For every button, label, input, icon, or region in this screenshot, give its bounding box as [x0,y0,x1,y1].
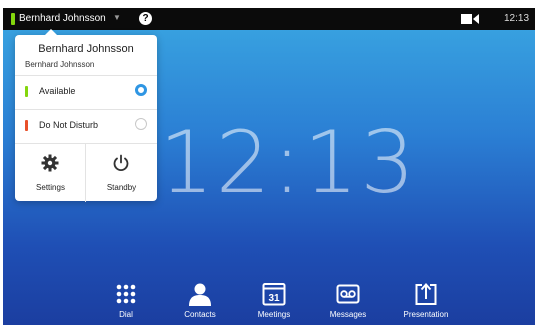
available-color-bar [25,86,28,97]
status-option-label: Do Not Disturb [39,120,99,130]
status-time: 12:13 [504,13,530,24]
share-icon [415,283,437,305]
camera-icon[interactable] [461,13,479,25]
calendar-day: 31 [268,293,280,304]
panel-user-subname: Bernhard Johnsson [25,60,95,69]
panel-actions: Settings Standby [15,143,157,202]
presence-indicator [11,13,15,25]
presentation-label: Presentation [403,310,449,319]
user-name-button[interactable]: Bernhard Johnsson [19,13,106,24]
contacts-label: Contacts [184,310,216,319]
dnd-color-bar [25,120,28,131]
voicemail-icon [336,284,360,304]
meetings-label: Meetings [257,310,291,319]
chevron-down-icon[interactable]: ▼ [113,13,121,22]
standby-label: Standby [106,183,137,192]
status-option-available[interactable]: Available [15,75,157,108]
help-icon[interactable]: ? [139,12,152,25]
gear-icon [41,154,59,172]
settings-label: Settings [36,183,65,192]
dialpad-icon [116,284,136,304]
touch-panel-screen: Bernhard Johnsson ▼ ? 12:13 12:13 Bernha… [3,8,535,325]
calendar-icon: 31 [262,283,286,306]
status-option-dnd[interactable]: Do Not Disturb [15,109,157,142]
messages-label: Messages [329,310,367,319]
status-option-label: Available [39,86,76,96]
top-bar: Bernhard Johnsson ▼ ? 12:13 [3,8,535,30]
dial-label: Dial [119,310,133,319]
dnd-radio[interactable] [135,118,147,130]
large-clock: 12:13 [159,113,417,213]
available-radio[interactable] [135,84,147,96]
settings-button[interactable]: Settings [15,144,86,202]
status-panel: Bernhard Johnsson Bernhard Johnsson Avai… [15,29,157,202]
power-icon [113,154,129,172]
person-icon [189,283,211,306]
panel-user-name: Bernhard Johnsson [38,43,134,55]
standby-button[interactable]: Standby [86,144,157,202]
